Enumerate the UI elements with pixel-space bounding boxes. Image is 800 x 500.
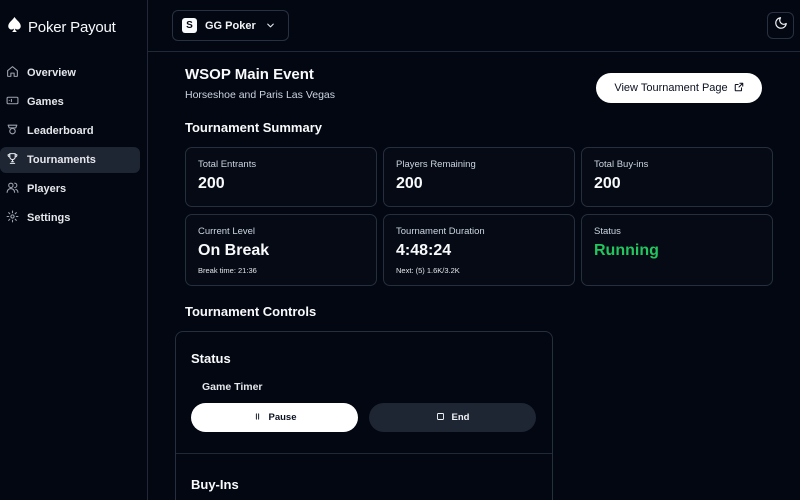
card-label: Status <box>594 226 621 237</box>
sidebar-item-players[interactable]: Players <box>0 176 140 202</box>
card-subtext: Break time: 21:36 <box>198 266 257 275</box>
moon-icon <box>774 16 788 35</box>
main-content: WSOP Main Event Horseshoe and Paris Las … <box>148 52 800 500</box>
sidebar-item-label: Leaderboard <box>27 125 94 137</box>
sidebar-item-games[interactable]: Games <box>0 89 140 115</box>
summary-card-total-buy-ins: Total Buy-ins 200 <box>581 147 773 207</box>
buy-ins-heading: Buy-Ins <box>191 477 239 492</box>
sidebar-item-tournaments[interactable]: Tournaments <box>0 147 140 173</box>
sidebar-item-leaderboard[interactable]: Leaderboard <box>0 118 140 144</box>
page-subtitle: Horseshoe and Paris Las Vegas <box>185 89 336 101</box>
sidebar: Poker Payout Overview Games Leaderboard <box>0 0 148 500</box>
ticket-icon <box>6 94 19 110</box>
app-root: Poker Payout Overview Games Leaderboard <box>0 0 800 500</box>
sidebar-item-label: Players <box>27 183 67 195</box>
end-button[interactable]: End <box>369 403 536 432</box>
card-label: Current Level <box>198 226 256 237</box>
game-timer-label: Game Timer <box>202 381 263 393</box>
card-value: 200 <box>594 175 621 192</box>
status-value: Running <box>594 242 659 259</box>
stop-icon <box>436 412 445 424</box>
site-selector[interactable]: S GG Poker <box>172 10 289 41</box>
sidebar-item-label: Overview <box>27 67 76 79</box>
users-icon <box>6 181 19 197</box>
chevron-down-icon <box>265 20 276 34</box>
sidebar-item-overview[interactable]: Overview <box>0 60 140 86</box>
summary-card-tournament-duration: Tournament Duration 4:48:24 Next: (5) 1.… <box>383 214 575 286</box>
summary-card-total-entrants: Total Entrants 200 <box>185 147 377 207</box>
sidebar-item-label: Games <box>27 96 64 108</box>
card-label: Tournament Duration <box>396 226 485 237</box>
card-value: 200 <box>198 175 225 192</box>
sidebar-item-settings[interactable]: Settings <box>0 205 140 231</box>
theme-toggle-button[interactable] <box>767 12 794 39</box>
pause-icon <box>253 412 262 424</box>
view-tournament-page-button[interactable]: View Tournament Page <box>596 73 762 103</box>
gear-icon <box>6 210 19 226</box>
view-tournament-label: View Tournament Page <box>614 82 728 94</box>
page-title: WSOP Main Event <box>185 66 314 83</box>
brand-name: Poker Payout <box>28 18 116 36</box>
card-value: 200 <box>396 175 423 192</box>
brand[interactable]: Poker Payout <box>7 16 116 38</box>
summary-card-players-remaining: Players Remaining 200 <box>383 147 575 207</box>
status-heading: Status <box>191 351 231 366</box>
pause-button[interactable]: Pause <box>191 403 358 432</box>
site-badge: S <box>182 18 197 33</box>
card-value: On Break <box>198 242 270 259</box>
home-icon <box>6 65 19 81</box>
pause-label: Pause <box>268 412 297 423</box>
trophy-icon <box>6 152 19 168</box>
sidebar-item-label: Settings <box>27 212 71 224</box>
summary-card-status: Status Running <box>581 214 773 286</box>
topbar: S GG Poker <box>148 0 800 52</box>
card-label: Total Entrants <box>198 159 257 170</box>
controls-heading: Tournament Controls <box>185 304 317 319</box>
summary-heading: Tournament Summary <box>185 120 323 135</box>
end-label: End <box>451 412 470 423</box>
tournament-controls-panel: Status Game Timer Pause End Buy-Ins <box>175 331 553 500</box>
card-subtext: Next: (5) 1.6K/3.2K <box>396 266 460 275</box>
external-link-icon <box>734 82 744 95</box>
spade-logo-icon <box>7 16 22 38</box>
controls-divider <box>176 453 552 454</box>
award-icon <box>6 123 19 139</box>
card-label: Players Remaining <box>396 159 476 170</box>
summary-card-current-level: Current Level On Break Break time: 21:36 <box>185 214 377 286</box>
site-name: GG Poker <box>205 19 256 32</box>
sidebar-item-label: Tournaments <box>27 154 96 166</box>
card-label: Total Buy-ins <box>594 159 649 170</box>
card-value: 4:48:24 <box>396 242 452 259</box>
